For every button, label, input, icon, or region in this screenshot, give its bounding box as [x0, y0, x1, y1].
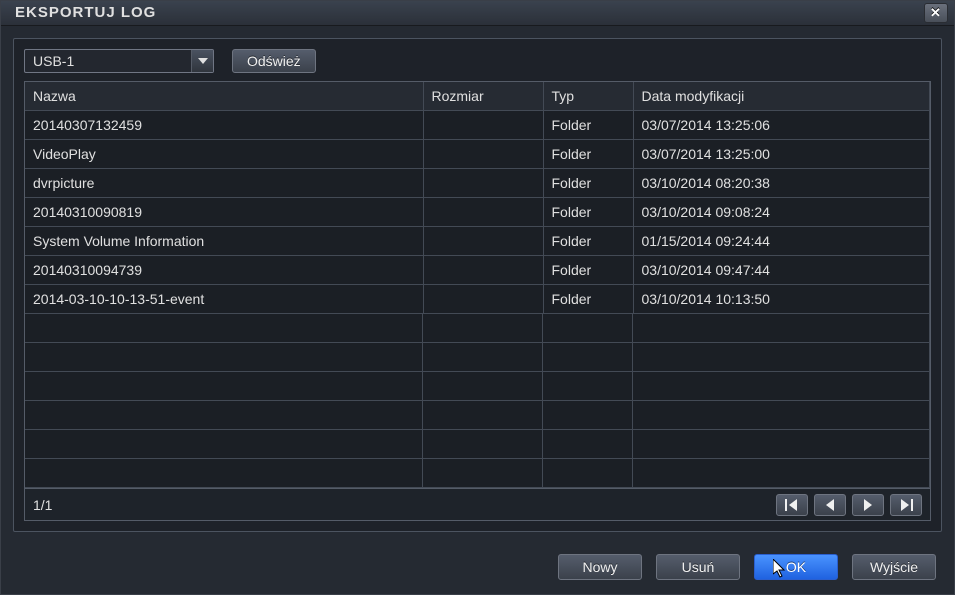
exit-button[interactable]: Wyjście	[852, 554, 936, 580]
refresh-button[interactable]: Odśwież	[232, 49, 316, 73]
cell-date: 03/10/2014 09:47:44	[633, 256, 930, 285]
page-indicator: 1/1	[33, 497, 52, 513]
cell-size	[423, 198, 543, 227]
cell-name: 20140310094739	[25, 256, 423, 285]
cell-name: 20140307132459	[25, 111, 423, 140]
delete-button-label: Usuń	[682, 559, 715, 575]
new-button-label: Nowy	[582, 559, 617, 575]
cell-name: VideoPlay	[25, 140, 423, 169]
export-log-window: EKSPORTUJ LOG ✕ USB-1 Odśwież Nazw	[0, 0, 955, 595]
table-row[interactable]: dvrpicture Folder03/10/2014 08:20:38	[25, 169, 930, 198]
table-row[interactable]: VideoPlay Folder03/07/2014 13:25:00	[25, 140, 930, 169]
next-page-icon	[862, 499, 874, 511]
new-button[interactable]: Nowy	[558, 554, 642, 580]
refresh-button-label: Odśwież	[247, 53, 301, 69]
dialog-body: USB-1 Odśwież Nazwa Rozmiar Typ Data mod…	[13, 38, 942, 533]
cell-size	[423, 285, 543, 314]
title-bar: EKSPORTUJ LOG ✕	[1, 1, 954, 26]
cell-name: System Volume Information	[25, 227, 423, 256]
cell-type: Folder	[543, 111, 633, 140]
last-page-button[interactable]	[890, 494, 922, 516]
cell-type: Folder	[543, 285, 633, 314]
empty-row	[25, 459, 930, 488]
col-name[interactable]: Nazwa	[25, 82, 423, 111]
cell-size	[423, 140, 543, 169]
cell-date: 01/15/2014 09:24:44	[633, 227, 930, 256]
cell-date: 03/10/2014 09:08:24	[633, 198, 930, 227]
chevron-down-icon	[191, 50, 213, 72]
first-page-button[interactable]	[776, 494, 808, 516]
cell-date: 03/10/2014 08:20:38	[633, 169, 930, 198]
cell-type: Folder	[543, 227, 633, 256]
ok-button-label: OK	[786, 559, 806, 575]
cell-name: 2014-03-10-10-13-51-event	[25, 285, 423, 314]
col-size[interactable]: Rozmiar	[423, 82, 543, 111]
file-table: Nazwa Rozmiar Typ Data modyfikacji 20140…	[24, 81, 931, 490]
cell-date: 03/07/2014 13:25:00	[633, 140, 930, 169]
col-type[interactable]: Typ	[543, 82, 633, 111]
cell-date: 03/10/2014 10:13:50	[633, 285, 930, 314]
empty-row	[25, 401, 930, 430]
first-page-icon	[785, 499, 799, 511]
cell-size	[423, 227, 543, 256]
empty-rows	[25, 314, 930, 488]
next-page-button[interactable]	[852, 494, 884, 516]
table-row[interactable]: 2014-03-10-10-13-51-event Folder03/10/201…	[25, 285, 930, 314]
table-row[interactable]: 20140310090819 Folder03/10/2014 09:08:24	[25, 198, 930, 227]
cell-size	[423, 111, 543, 140]
table-row[interactable]: 20140310094739 Folder03/10/2014 09:47:44	[25, 256, 930, 285]
col-date[interactable]: Data modyfikacji	[633, 82, 930, 111]
empty-row	[25, 314, 930, 343]
window-title: EKSPORTUJ LOG	[15, 4, 156, 21]
toolbar: USB-1 Odśwież	[14, 39, 941, 81]
prev-page-button[interactable]	[814, 494, 846, 516]
table-row[interactable]: 20140307132459 Folder03/07/2014 13:25:06	[25, 111, 930, 140]
empty-row	[25, 343, 930, 372]
cell-date: 03/07/2014 13:25:06	[633, 111, 930, 140]
ok-button[interactable]: OK	[754, 554, 838, 580]
drive-select[interactable]: USB-1	[24, 49, 214, 73]
cell-name: dvrpicture	[25, 169, 423, 198]
empty-row	[25, 430, 930, 459]
cell-type: Folder	[543, 198, 633, 227]
cell-type: Folder	[543, 169, 633, 198]
table-footer: 1/1	[24, 489, 931, 521]
table-row[interactable]: System Volume Information Folder01/15/201…	[25, 227, 930, 256]
table-header-row: Nazwa Rozmiar Typ Data modyfikacji	[25, 82, 930, 111]
dialog-buttons: Nowy Usuń OK Wyjście	[1, 544, 954, 594]
exit-button-label: Wyjście	[870, 559, 918, 575]
cell-type: Folder	[543, 256, 633, 285]
cell-size	[423, 169, 543, 198]
delete-button[interactable]: Usuń	[656, 554, 740, 580]
close-icon: ✕	[930, 5, 942, 21]
cell-name: 20140310090819	[25, 198, 423, 227]
cell-type: Folder	[543, 140, 633, 169]
last-page-icon	[899, 499, 913, 511]
cell-size	[423, 256, 543, 285]
prev-page-icon	[824, 499, 836, 511]
empty-row	[25, 372, 930, 401]
close-button[interactable]: ✕	[924, 3, 948, 23]
drive-select-value: USB-1	[25, 50, 191, 72]
